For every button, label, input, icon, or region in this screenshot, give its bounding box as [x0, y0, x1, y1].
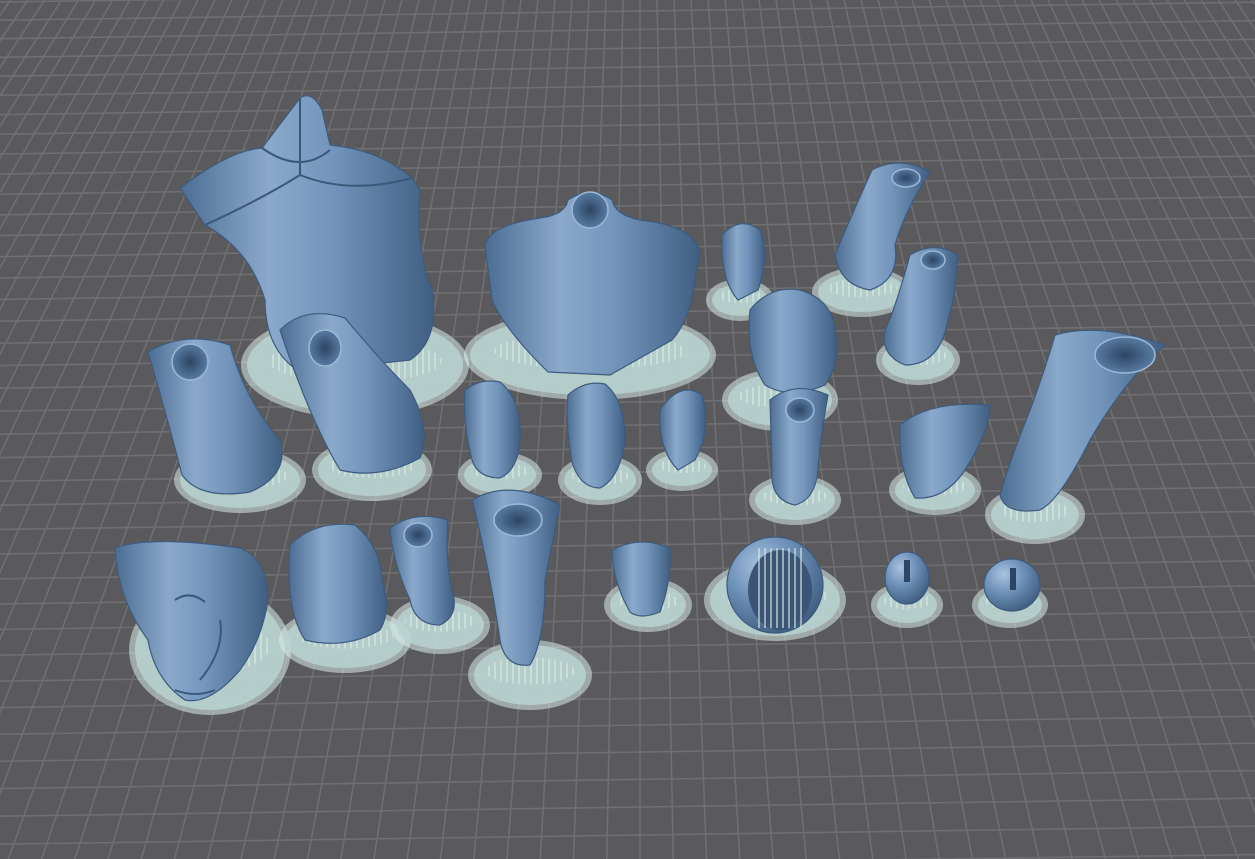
pelvis-body — [748, 288, 838, 394]
model-thigh-short[interactable] — [468, 489, 592, 710]
build-plate-scene[interactable] — [0, 0, 1255, 859]
ring-supports — [755, 548, 803, 628]
model-wrist-joint-2[interactable] — [972, 558, 1048, 628]
model-wrist-joint-1[interactable] — [871, 551, 943, 628]
socket-hole — [571, 191, 609, 229]
socket-hole — [308, 329, 342, 367]
model-thigh-long[interactable] — [985, 329, 1167, 544]
socket-hole — [493, 503, 543, 537]
socket-hole — [171, 343, 209, 381]
build-plate-viewport[interactable] — [0, 0, 1255, 859]
joint-slot — [1010, 568, 1016, 590]
model-neck-ring[interactable] — [704, 536, 846, 641]
abdomen-body — [288, 523, 388, 644]
socket-hole — [920, 250, 946, 270]
model-forearm-3[interactable] — [389, 515, 490, 654]
socket-hole — [1094, 336, 1156, 374]
model-head[interactable] — [114, 540, 291, 716]
model-forearm-1[interactable] — [458, 380, 542, 498]
socket-hole — [891, 168, 921, 188]
model-chest-front-torso[interactable] — [464, 191, 716, 400]
socket-hole — [785, 397, 815, 423]
model-foot-left[interactable] — [604, 541, 692, 632]
socket-hole — [403, 522, 433, 548]
model-left-hand[interactable] — [646, 389, 718, 491]
joint-slot — [904, 560, 910, 582]
